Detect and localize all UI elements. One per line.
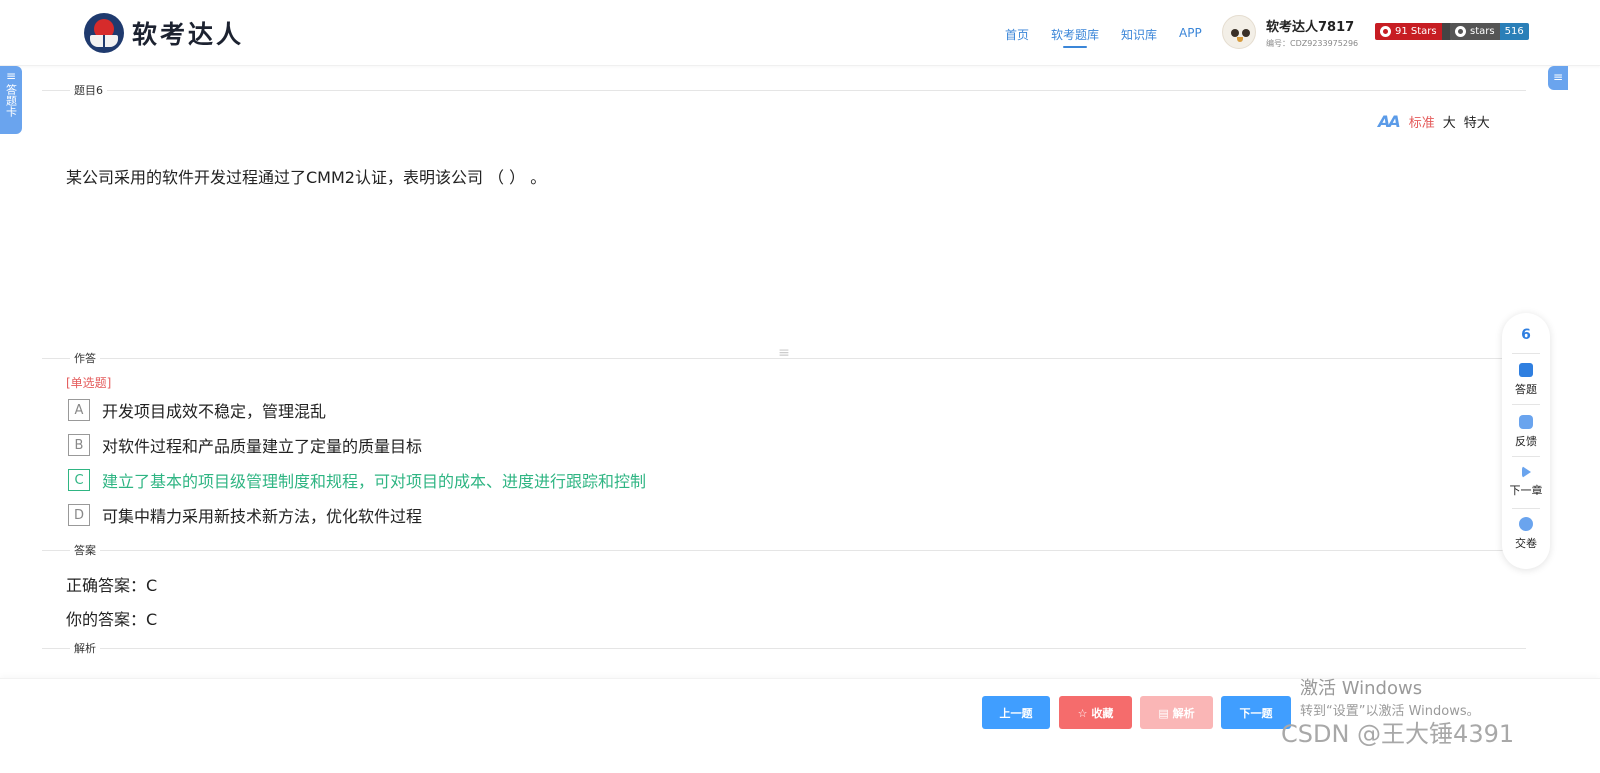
option-c[interactable]: C 建立了基本的项目级管理制度和规程，可对项目的成本、进度进行跟踪和控制 (68, 468, 646, 492)
answer-card-tab[interactable]: ≡ 答题卡 (0, 66, 22, 134)
answer-section-label: 作答 (70, 350, 100, 366)
analysis-section-label: 解析 (70, 640, 100, 656)
font-size-standard[interactable]: 标准 (1409, 112, 1435, 131)
nav-home[interactable]: 首页 (1005, 26, 1029, 43)
menu-icon: ≡ (1552, 70, 1564, 84)
windows-activation-title: 激活 Windows (1300, 678, 1423, 699)
floating-toolbar: 6 答题 反馈 下一章 交卷 (1502, 313, 1550, 569)
next-chapter-button[interactable]: 下一章 (1502, 466, 1550, 498)
user-name: 软考达人7817 (1266, 19, 1355, 35)
prev-question-button[interactable]: 上一题 (982, 696, 1050, 729)
main-nav: 首页 软考题库 知识库 APP (1005, 26, 1224, 48)
nav-app[interactable]: APP (1179, 26, 1202, 43)
option-text[interactable]: 对软件过程和产品质量建立了定量的质量目标 (102, 433, 422, 457)
question-section-label: 题目6 (70, 82, 107, 98)
option-letter[interactable]: B (68, 434, 90, 456)
analysis-button[interactable]: ▤ 解析 (1140, 696, 1213, 729)
nav-knowledge-base[interactable]: 知识库 (1121, 26, 1157, 43)
menu-icon: ≡ (5, 69, 17, 83)
font-size-extra-large[interactable]: 特大 (1464, 112, 1490, 131)
font-size-large[interactable]: 大 (1443, 112, 1456, 131)
your-answer: 你的答案：C (66, 610, 158, 629)
logo[interactable]: 软考达人 (84, 13, 244, 53)
github-stars-badge[interactable]: stars 516 (1450, 23, 1529, 40)
favorite-button[interactable]: ☆ 收藏 (1059, 696, 1132, 729)
option-letter[interactable]: A (68, 399, 90, 421)
option-letter[interactable]: C (68, 469, 90, 491)
option-b[interactable]: B 对软件过程和产品质量建立了定量的质量目标 (68, 433, 422, 457)
header: 软考达人 首页 软考题库 知识库 APP 软考达人7817 编号：CDZ9233… (0, 0, 1600, 66)
upload-icon (1519, 517, 1533, 531)
option-text[interactable]: 可集中精力采用新技术新方法，优化软件过程 (102, 503, 422, 527)
option-text[interactable]: 建立了基本的项目级管理制度和规程，可对项目的成本、进度进行跟踪和控制 (102, 468, 646, 492)
avatar[interactable] (1222, 15, 1256, 49)
gitee-icon (1380, 26, 1391, 37)
option-letter[interactable]: D (68, 504, 90, 526)
section-divider (42, 90, 1526, 91)
section-divider (42, 358, 1502, 359)
csdn-watermark: CSDN @王大锤4391 (1281, 720, 1515, 748)
resize-handle-icon[interactable]: ≡ (775, 346, 793, 360)
question-text: 某公司采用的软件开发过程通过了CMM2认证，表明该公司 （ ） 。 (66, 168, 547, 187)
option-a[interactable]: A 开发项目成效不稳定，管理混乱 (68, 398, 326, 422)
question-type: [单选题] (66, 376, 112, 390)
font-size-icon: AA (1378, 112, 1401, 131)
user-profile[interactable]: 软考达人7817 编号：CDZ9233975296 (1222, 15, 1358, 49)
result-section-label: 答案 (70, 542, 100, 558)
right-menu-tab[interactable]: ≡ (1548, 66, 1568, 90)
gitee-stars-badge[interactable]: 91 Stars (1375, 23, 1452, 40)
feedback-button[interactable]: 反馈 (1502, 415, 1550, 449)
logo-icon (84, 13, 124, 53)
logo-text: 软考达人 (132, 20, 245, 49)
question-number: 6 (1521, 327, 1531, 343)
option-d[interactable]: D 可集中精力采用新技术新方法，优化软件过程 (68, 503, 422, 527)
submit-exam-button[interactable]: 交卷 (1502, 517, 1550, 551)
skip-next-icon (1521, 466, 1531, 478)
section-divider (42, 648, 1526, 649)
chat-icon (1519, 415, 1533, 429)
section-divider (42, 550, 1526, 551)
nav-question-bank[interactable]: 软考题库 (1051, 26, 1099, 48)
answer-sheet-button[interactable]: 答题 (1502, 363, 1550, 397)
option-text[interactable]: 开发项目成效不稳定，管理混乱 (102, 398, 326, 422)
shield-icon (1519, 363, 1533, 377)
github-icon (1455, 26, 1466, 37)
correct-answer: 正确答案：C (66, 576, 158, 595)
font-size-control: AA 标准 大 特大 (1378, 112, 1498, 131)
user-id: 编号：CDZ9233975296 (1266, 38, 1359, 48)
